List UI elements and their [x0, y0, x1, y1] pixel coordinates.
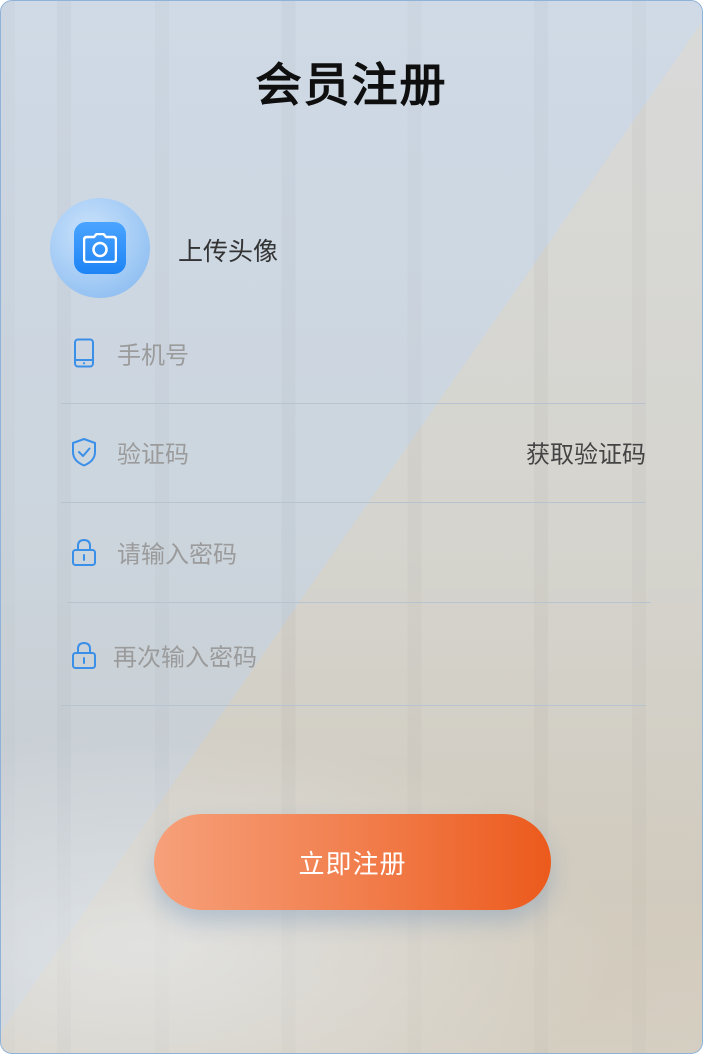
register-button[interactable]: 立即注册 [154, 814, 551, 910]
confirm-password-field[interactable]: 再次输入密码 [61, 605, 646, 706]
lock-icon [71, 537, 97, 567]
page-title: 会员注册 [255, 58, 448, 112]
verification-code-input[interactable]: 验证码 [117, 435, 189, 470]
avatar-upload-button[interactable] [50, 198, 150, 298]
confirm-password-input[interactable]: 再次输入密码 [113, 638, 257, 673]
password-input[interactable]: 请输入密码 [117, 535, 237, 570]
get-code-button[interactable]: 获取验证码 [526, 435, 646, 470]
register-card: 会员注册 上传头像 手机号 验证码 获取验证码 请输入密码 再次输入密码 立即注… [0, 0, 703, 1054]
verification-code-field[interactable]: 验证码 获取验证码 [61, 402, 646, 503]
phone-field[interactable]: 手机号 [61, 303, 646, 404]
lock-icon [71, 640, 97, 670]
camera-icon [74, 222, 126, 274]
phone-icon [71, 338, 97, 368]
upload-avatar-label[interactable]: 上传头像 [178, 232, 278, 268]
phone-input[interactable]: 手机号 [117, 336, 189, 371]
shield-icon [71, 437, 97, 467]
password-field[interactable]: 请输入密码 [67, 502, 651, 603]
